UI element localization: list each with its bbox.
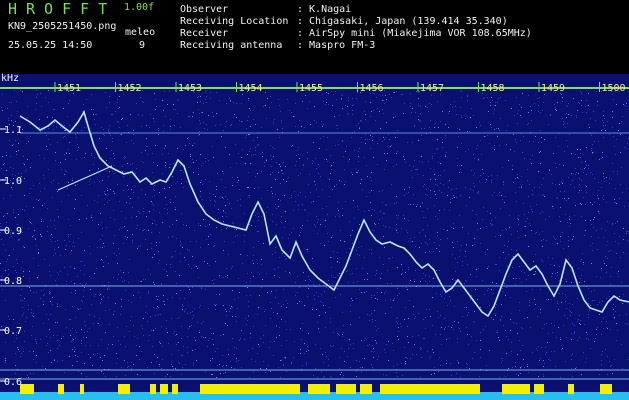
header-panel: HROFFT 1.00f KN9_2505251450.png meleo 25… [0, 0, 629, 74]
spectrogram: 1451 1452 1453 1454 1455 1456 1457 1458 1459 1500… [0, 74, 629, 400]
time-tick-label: 1451 [57, 83, 81, 94]
antenna-value: : Maspro FM-3 [297, 40, 376, 51]
signal-bar [360, 384, 372, 394]
signal-bar [160, 384, 168, 394]
location-value: : Chigasaki, Japan (139.414 35.340) [297, 16, 508, 27]
time-tick-label: 1456 [360, 83, 384, 94]
datetime: 25.05.25 14:50 [8, 40, 93, 51]
signal-bar [600, 384, 612, 394]
time-tick-label: 1454 [239, 83, 263, 94]
app-brand: HROFFT [8, 0, 117, 18]
y-tick-label: 1.1 [4, 125, 22, 136]
y-tick-label: 1.0 [4, 176, 22, 187]
y-tick-label: 0.7 [4, 326, 22, 337]
receiver-value: : AirSpy mini (Miakejima VOR 108.65MHz) [297, 28, 532, 39]
signal-bar [336, 384, 356, 394]
signal-bar [80, 384, 84, 394]
time-tick-label: 1459 [541, 83, 565, 94]
time-tick-label: 1453 [178, 83, 202, 94]
signal-bar [150, 384, 156, 394]
file-name: KN9_2505251450.png [8, 21, 117, 32]
spectrogram-background [0, 74, 629, 400]
time-tick-label: 1500 [602, 83, 626, 94]
signal-bar [534, 384, 544, 394]
y-tick-label: 0.9 [4, 226, 22, 237]
observer-value: : K.Nagai [297, 4, 352, 15]
signal-bar [58, 384, 64, 394]
meleo-label: meleo [125, 27, 156, 38]
signal-bar [502, 384, 530, 394]
time-tick-label: 1452 [118, 83, 142, 94]
antenna-label: Receiving antenna [180, 40, 283, 51]
signal-bar [172, 384, 178, 394]
signal-bar [200, 384, 300, 394]
observer-label: Observer [180, 4, 229, 15]
time-tick-label: 1455 [299, 83, 323, 94]
y-axis-unit: kHz [1, 73, 20, 84]
y-tick-label: 0.6 [4, 377, 22, 388]
time-tick-label: 1457 [420, 83, 444, 94]
signal-bar [380, 384, 480, 394]
signal-bar [20, 384, 34, 394]
signal-bar [308, 384, 330, 394]
signal-bar [118, 384, 130, 394]
receiver-label: Receiver [180, 28, 229, 39]
meleo-value: 9 [139, 40, 146, 51]
location-label: Receiving Location [180, 16, 289, 27]
time-tick-label: 1458 [481, 83, 505, 94]
signal-bar [568, 384, 574, 394]
y-tick-label: 0.8 [4, 276, 22, 287]
app-version: 1.00f [124, 2, 155, 13]
